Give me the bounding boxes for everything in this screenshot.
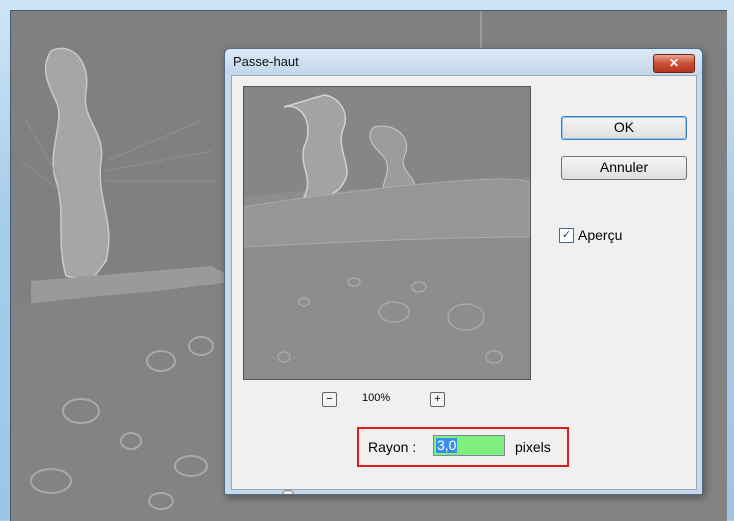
preview-checkbox[interactable]: ✓ bbox=[559, 228, 574, 243]
zoom-level: 100% bbox=[362, 392, 391, 404]
minus-icon: − bbox=[326, 393, 333, 405]
preview-checkbox-label: Aperçu bbox=[578, 227, 623, 243]
preview-image bbox=[244, 87, 530, 379]
radius-unit: pixels bbox=[515, 439, 551, 455]
radius-field-group: Rayon : 3,0 pixels bbox=[357, 427, 569, 467]
zoom-out-button[interactable]: − bbox=[322, 392, 337, 407]
dialog-titlebar[interactable]: Passe-haut ✕ bbox=[225, 49, 702, 75]
high-pass-dialog: Passe-haut ✕ − 100% + OK Annuler ✓ Aperç… bbox=[224, 48, 703, 495]
radius-slider-thumb[interactable] bbox=[282, 490, 294, 494]
dialog-title: Passe-haut bbox=[233, 54, 299, 69]
cancel-button[interactable]: Annuler bbox=[561, 156, 687, 180]
dialog-body: − 100% + OK Annuler ✓ Aperçu Rayon : 3,0 bbox=[231, 75, 697, 494]
window-frame: Passe-haut ✕ − 100% + OK Annuler ✓ Aperç… bbox=[0, 0, 734, 521]
radius-value: 3,0 bbox=[436, 437, 458, 453]
filter-preview[interactable] bbox=[243, 86, 531, 380]
zoom-in-button[interactable]: + bbox=[430, 392, 445, 407]
close-icon: ✕ bbox=[668, 56, 680, 70]
radius-label: Rayon : bbox=[368, 439, 417, 455]
plus-icon: + bbox=[434, 393, 441, 405]
ok-button[interactable]: OK bbox=[561, 116, 687, 140]
check-icon: ✓ bbox=[561, 229, 572, 241]
zoom-controls: − 100% + bbox=[322, 391, 462, 409]
close-button[interactable]: ✕ bbox=[653, 54, 695, 73]
radius-input[interactable]: 3,0 bbox=[433, 435, 505, 456]
